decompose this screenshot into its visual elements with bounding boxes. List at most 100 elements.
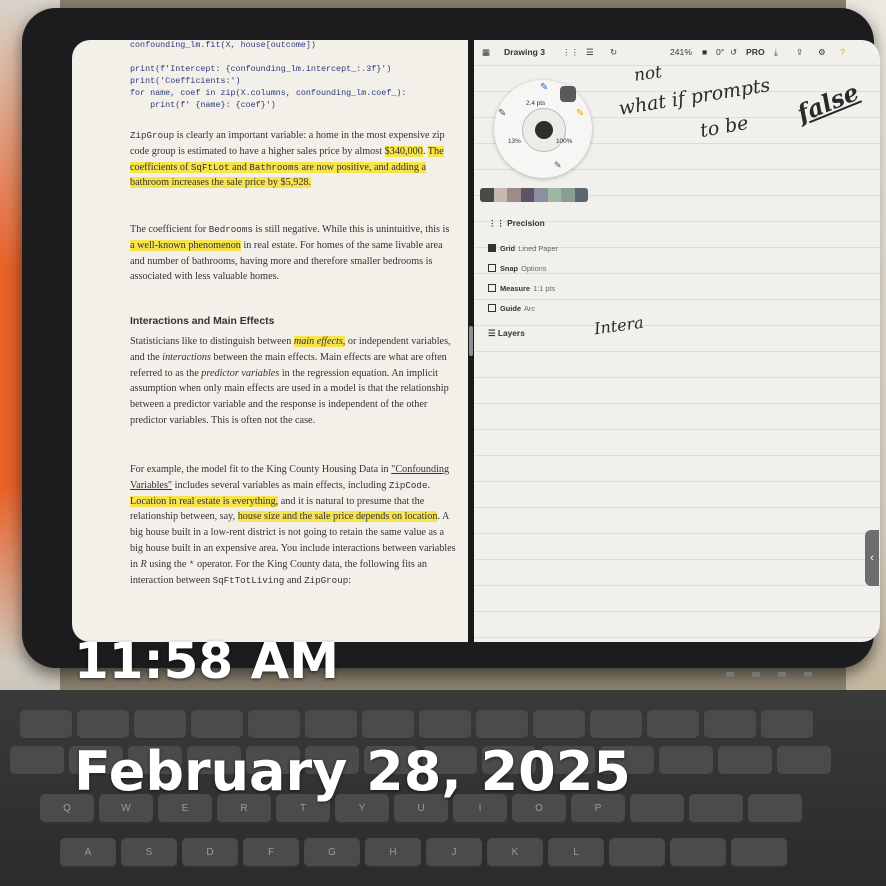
key-row: ASDFGHJKL — [60, 838, 787, 868]
paragraph-king-county: For example, the model fit to the King C… — [130, 464, 456, 586]
palette-swatch[interactable] — [480, 188, 494, 202]
code-line: print('Coefficients:') — [130, 76, 241, 86]
paragraph-bedrooms: The coefficient for Bedrooms is still ne… — [130, 224, 450, 283]
brush-wheel-center[interactable] — [522, 108, 566, 152]
tablet-screen: confounding_lm.fit(X, house[outcome]) pr… — [72, 40, 880, 642]
key[interactable]: H — [365, 838, 421, 868]
key[interactable] — [476, 710, 528, 740]
palette-swatch[interactable] — [534, 188, 548, 202]
key[interactable] — [670, 838, 726, 868]
checkbox-icon[interactable] — [488, 244, 496, 252]
zoom-level[interactable]: 241% — [670, 47, 692, 57]
key[interactable] — [704, 710, 756, 740]
brush-library-icon[interactable]: ↻ — [610, 47, 617, 58]
opacity-right-label: 100% — [556, 138, 573, 145]
key[interactable] — [609, 838, 665, 868]
checkbox-icon[interactable] — [488, 264, 496, 272]
pro-badge[interactable]: PRO — [746, 47, 765, 57]
brush-color-swatch[interactable] — [535, 121, 553, 139]
grid-menu-icon[interactable]: ⋮⋮ — [562, 47, 579, 58]
list-menu-icon[interactable]: ☰ — [586, 47, 594, 58]
key[interactable]: F — [243, 838, 299, 868]
snap-toggle[interactable]: Snap Options — [488, 264, 547, 273]
key[interactable] — [590, 710, 642, 740]
key[interactable] — [777, 746, 831, 776]
code-line: print(f'Intercept: {confounding_lm.inter… — [130, 64, 392, 74]
handwriting-intera: Intera — [592, 312, 645, 339]
tablet-frame: confounding_lm.fit(X, house[outcome]) pr… — [22, 8, 880, 668]
handwriting-to-be: to be — [698, 111, 751, 143]
drawing-toolbar: ▦ Drawing 3 ⋮⋮ ☰ ↻ 241% ■ 0° ↺ PRO ⤓ ⇪ ⚙… — [474, 40, 880, 62]
handwriting-not: not — [632, 62, 664, 86]
key[interactable]: G — [304, 838, 360, 868]
key[interactable]: L — [548, 838, 604, 868]
marker-tool-icon[interactable]: ✎ — [554, 160, 562, 171]
key[interactable] — [362, 710, 414, 740]
gallery-icon[interactable]: ▦ — [482, 47, 490, 58]
pencil-tool-icon[interactable]: ✎ — [498, 108, 506, 119]
document-title[interactable]: Drawing 3 — [504, 47, 545, 57]
checkbox-icon[interactable] — [488, 304, 496, 312]
palette-swatch[interactable] — [547, 188, 561, 202]
handwriting-false: false — [792, 77, 863, 128]
sidebar-chevron-icon[interactable]: ‹ — [865, 530, 879, 586]
help-icon[interactable]: ? — [840, 47, 845, 57]
section-heading: Interactions and Main Effects — [130, 316, 275, 327]
layers-header[interactable]: ☰ Layers — [488, 328, 525, 338]
paragraph-main-effects: Statisticians like to distinguish betwee… — [130, 336, 451, 426]
key[interactable]: K — [487, 838, 543, 868]
layers-icon: ☰ — [488, 328, 498, 338]
key[interactable] — [134, 710, 186, 740]
key[interactable] — [20, 710, 72, 740]
key[interactable]: J — [426, 838, 482, 868]
palette-swatch[interactable] — [493, 188, 507, 202]
key[interactable] — [761, 710, 813, 740]
key[interactable] — [419, 710, 471, 740]
brush-wheel[interactable]: 2.4 pts 13% 100% ✎ ✎ ✎ ✎ — [494, 80, 592, 178]
highlighter-tool-icon[interactable]: ✎ — [576, 108, 584, 119]
checkbox-icon[interactable] — [488, 284, 496, 292]
key[interactable]: A — [60, 838, 116, 868]
key[interactable] — [191, 710, 243, 740]
key[interactable] — [305, 710, 357, 740]
palette-swatch[interactable] — [561, 188, 575, 202]
settings-gear-icon[interactable]: ⚙ — [818, 47, 826, 58]
key[interactable] — [647, 710, 699, 740]
drawing-app-pane[interactable]: ▦ Drawing 3 ⋮⋮ ☰ ↻ 241% ■ 0° ↺ PRO ⤓ ⇪ ⚙… — [474, 40, 880, 642]
code-line: for name, coef in zip(X.columns, confoun… — [130, 88, 407, 98]
undo-icon[interactable]: ↺ — [730, 47, 737, 58]
key[interactable]: S — [121, 838, 177, 868]
palette-swatch[interactable] — [520, 188, 534, 202]
key[interactable] — [748, 794, 802, 824]
key[interactable] — [10, 746, 64, 776]
color-palette[interactable] — [480, 188, 588, 202]
key[interactable] — [659, 746, 713, 776]
pen-tool-icon[interactable]: ✎ — [540, 82, 548, 93]
active-tool-icon[interactable] — [560, 86, 576, 102]
code-line: print(f' {name}: {coef}') — [130, 100, 276, 110]
palette-swatch[interactable] — [507, 188, 521, 202]
grid-toggle[interactable]: Grid Lined Paper — [488, 244, 558, 253]
key[interactable] — [731, 838, 787, 868]
rotation-level[interactable]: 0° — [716, 47, 724, 57]
precision-header[interactable]: ⋮⋮ Precision — [488, 218, 545, 228]
lock-icon[interactable]: ■ — [702, 47, 707, 57]
key-row — [20, 710, 813, 740]
key[interactable] — [248, 710, 300, 740]
overlay-time: 11:58 AM — [74, 632, 340, 690]
measure-toggle[interactable]: Measure 1:1 pts — [488, 284, 555, 293]
key[interactable] — [77, 710, 129, 740]
book-reader-pane[interactable]: confounding_lm.fit(X, house[outcome]) pr… — [72, 40, 468, 642]
key[interactable] — [718, 746, 772, 776]
brush-size-label: 2.4 pts — [526, 100, 546, 107]
guide-toggle[interactable]: Guide Arc — [488, 304, 535, 313]
split-view-handle[interactable] — [469, 326, 473, 356]
download-icon[interactable]: ⤓ — [774, 47, 778, 58]
palette-swatch[interactable] — [574, 188, 588, 202]
key[interactable] — [533, 710, 585, 740]
key[interactable]: D — [182, 838, 238, 868]
key[interactable] — [689, 794, 743, 824]
key[interactable] — [630, 794, 684, 824]
overlay-date: February 28, 2025 — [74, 740, 631, 803]
share-icon[interactable]: ⇪ — [796, 47, 803, 58]
